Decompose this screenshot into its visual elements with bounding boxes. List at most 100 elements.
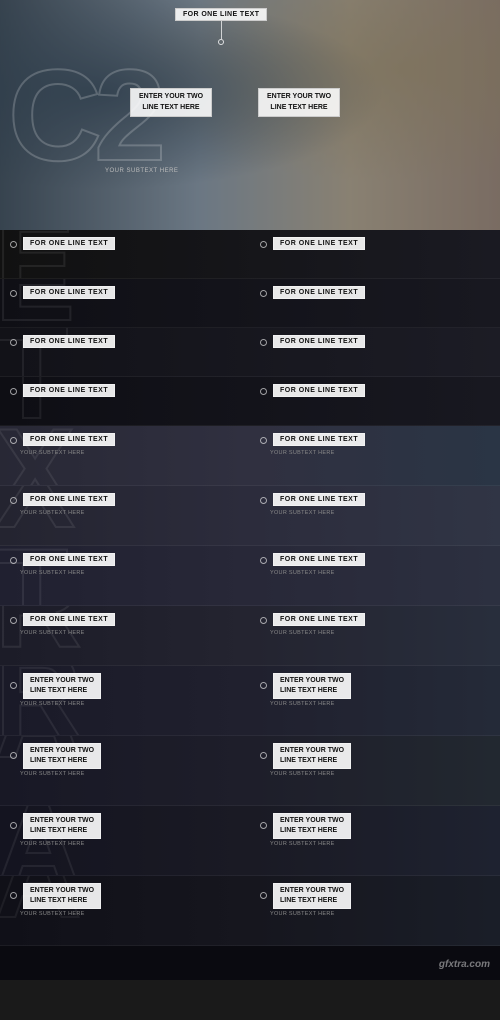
dot-5-left: [10, 437, 17, 444]
dot-5-right: [260, 437, 267, 444]
seg-cell-10-left: ENTER YOUR TWO LINE TEXT HERE YOUR SUBTE…: [0, 736, 250, 805]
dot-10-left: [10, 752, 17, 759]
hero-right-anno-box: ENTER YOUR TWO LINE TEXT HERE: [258, 88, 340, 117]
dot-11-right: [260, 822, 267, 829]
indicator-6-left: FOR ONE LINE TEXT: [10, 493, 240, 508]
indicator-9-left: ENTER YOUR TWO LINE TEXT HERE: [10, 673, 240, 699]
dot-6-left: [10, 497, 17, 504]
indicator-7-right: FOR ONE LINE TEXT: [260, 553, 490, 568]
seg-cell-1-left: FOR ONE LINE TEXT: [0, 230, 250, 278]
anno-title-4-right: FOR ONE LINE TEXT: [273, 384, 365, 397]
dot-1-left: [10, 241, 17, 248]
anno-sub-6-right: YOUR SUBTEXT HERE: [260, 510, 490, 516]
anno-title-1-right: FOR ONE LINE TEXT: [273, 237, 365, 250]
anno-title-2-right: FOR ONE LINE TEXT: [273, 286, 365, 299]
seg-cell-12-left: ENTER YOUR TWO LINE TEXT HERE YOUR SUBTE…: [0, 876, 250, 945]
hero-sub-text: YOUR SUBTEXT HERE: [105, 168, 178, 174]
seg-cell-5-right: FOR ONE LINE TEXT YOUR SUBTEXT HERE: [250, 426, 500, 485]
dot-8-left: [10, 617, 17, 624]
indicator-5-left: FOR ONE LINE TEXT: [10, 433, 240, 448]
anno-title-6-right: FOR ONE LINE TEXT: [273, 493, 365, 506]
hero-right-annotation: ENTER YOUR TWO LINE TEXT HERE: [258, 88, 340, 117]
anno-sub-7-left: YOUR SUBTEXT HERE: [10, 570, 240, 576]
anno-title-3-right: FOR ONE LINE TEXT: [273, 335, 365, 348]
hero-left-anno-box: ENTER YOUR TWO LINE TEXT HERE: [130, 88, 212, 117]
anno-title-2-left: FOR ONE LINE TEXT: [23, 286, 115, 299]
anno-sub-11-left: YOUR SUBTEXT HERE: [10, 841, 240, 847]
dot-7-left: [10, 557, 17, 564]
dot-3-right: [260, 339, 267, 346]
seg-cell-8-left: FOR ONE LINE TEXT YOUR SUBTEXT HERE: [0, 606, 250, 665]
hero-anno-line: [221, 21, 222, 39]
seg-cell-6-right: FOR ONE LINE TEXT YOUR SUBTEXT HERE: [250, 486, 500, 545]
anno-sub-5-left: YOUR SUBTEXT HERE: [10, 450, 240, 456]
seg-cell-12-right: ENTER YOUR TWO LINE TEXT HERE YOUR SUBTE…: [250, 876, 500, 945]
indicator-10-right: ENTER YOUR TWO LINE TEXT HERE: [260, 743, 490, 769]
dot-11-left: [10, 822, 17, 829]
anno-sub-12-right: YOUR SUBTEXT HERE: [260, 911, 490, 917]
seg-cell-11-left: ENTER YOUR TWO LINE TEXT HERE YOUR SUBTE…: [0, 806, 250, 875]
anno-title-8-right: FOR ONE LINE TEXT: [273, 613, 365, 626]
indicator-4-right: FOR ONE LINE TEXT: [260, 384, 490, 399]
anno-row-7: T FOR ONE LINE TEXT YOUR SUBTEXT HERE FO…: [0, 546, 500, 606]
anno-row-1: E FOR ONE LINE TEXT FOR ONE LINE TEXT: [0, 230, 500, 279]
anno-title-8-left: FOR ONE LINE TEXT: [23, 613, 115, 626]
anno-row-2: E FOR ONE LINE TEXT FOR ONE LINE TEXT: [0, 279, 500, 328]
indicator-2-right: FOR ONE LINE TEXT: [260, 286, 490, 301]
seg-cell-10-right: ENTER YOUR TWO LINE TEXT HERE YOUR SUBTE…: [250, 736, 500, 805]
indicator-11-left: ENTER YOUR TWO LINE TEXT HERE: [10, 813, 240, 839]
indicator-12-left: ENTER YOUR TWO LINE TEXT HERE: [10, 883, 240, 909]
indicator-8-right: FOR ONE LINE TEXT: [260, 613, 490, 628]
dot-12-right: [260, 892, 267, 899]
grid-container: E FOR ONE LINE TEXT FOR ONE LINE TEXT E …: [0, 230, 500, 980]
seg-cell-3-right: FOR ONE LINE TEXT: [250, 328, 500, 376]
indicator-5-right: FOR ONE LINE TEXT: [260, 433, 490, 448]
anno-title-12-left: ENTER YOUR TWO LINE TEXT HERE: [23, 883, 101, 909]
anno-title-1-left: FOR ONE LINE TEXT: [23, 237, 115, 250]
anno-row-12: A ENTER YOUR TWO LINE TEXT HERE YOUR SUB…: [0, 876, 500, 946]
seg-cell-4-left: FOR ONE LINE TEXT: [0, 377, 250, 425]
anno-row-11: A ENTER YOUR TWO LINE TEXT HERE YOUR SUB…: [0, 806, 500, 876]
anno-title-11-right: ENTER YOUR TWO LINE TEXT HERE: [273, 813, 351, 839]
anno-title-10-left: ENTER YOUR TWO LINE TEXT HERE: [23, 743, 101, 769]
anno-sub-9-right: YOUR SUBTEXT HERE: [260, 701, 490, 707]
seg-cell-11-right: ENTER YOUR TWO LINE TEXT HERE YOUR SUBTE…: [250, 806, 500, 875]
indicator-9-right: ENTER YOUR TWO LINE TEXT HERE: [260, 673, 490, 699]
anno-title-7-right: FOR ONE LINE TEXT: [273, 553, 365, 566]
anno-sub-11-right: YOUR SUBTEXT HERE: [260, 841, 490, 847]
seg-cell-8-right: FOR ONE LINE TEXT YOUR SUBTEXT HERE: [250, 606, 500, 665]
seg-cell-7-right: FOR ONE LINE TEXT YOUR SUBTEXT HERE: [250, 546, 500, 605]
dot-1-right: [260, 241, 267, 248]
anno-row-9: R ENTER YOUR TWO LINE TEXT HERE YOUR SUB…: [0, 666, 500, 736]
seg-cell-3-left: FOR ONE LINE TEXT: [0, 328, 250, 376]
dot-4-right: [260, 388, 267, 395]
seg-cell-6-left: FOR ONE LINE TEXT YOUR SUBTEXT HERE: [0, 486, 250, 545]
anno-title-9-right: ENTER YOUR TWO LINE TEXT HERE: [273, 673, 351, 699]
dot-9-right: [260, 682, 267, 689]
dot-2-right: [260, 290, 267, 297]
indicator-4-left: FOR ONE LINE TEXT: [10, 384, 240, 399]
anno-title-10-right: ENTER YOUR TWO LINE TEXT HERE: [273, 743, 351, 769]
watermark-section: gfxtra.com: [0, 946, 500, 980]
dot-4-left: [10, 388, 17, 395]
hero-top-annotation: FOR ONE LINE TEXT: [175, 8, 267, 45]
anno-title-5-right: FOR ONE LINE TEXT: [273, 433, 365, 446]
anno-sub-10-right: YOUR SUBTEXT HERE: [260, 771, 490, 777]
seg-cell-9-left: ENTER YOUR TWO LINE TEXT HERE YOUR SUBTE…: [0, 666, 250, 735]
anno-row-6: X FOR ONE LINE TEXT YOUR SUBTEXT HERE FO…: [0, 486, 500, 546]
indicator-7-left: FOR ONE LINE TEXT: [10, 553, 240, 568]
seg-cell-1-right: FOR ONE LINE TEXT: [250, 230, 500, 278]
anno-row-8: R FOR ONE LINE TEXT YOUR SUBTEXT HERE FO…: [0, 606, 500, 666]
anno-title-11-left: ENTER YOUR TWO LINE TEXT HERE: [23, 813, 101, 839]
dot-9-left: [10, 682, 17, 689]
indicator-1-left: FOR ONE LINE TEXT: [10, 237, 240, 252]
watermark-text: gfxtra.com: [439, 959, 490, 970]
indicator-11-right: ENTER YOUR TWO LINE TEXT HERE: [260, 813, 490, 839]
indicator-3-left: FOR ONE LINE TEXT: [10, 335, 240, 350]
indicator-2-left: FOR ONE LINE TEXT: [10, 286, 240, 301]
anno-title-4-left: FOR ONE LINE TEXT: [23, 384, 115, 397]
dot-2-left: [10, 290, 17, 297]
anno-row-4: T FOR ONE LINE TEXT FOR ONE LINE TEXT: [0, 377, 500, 426]
anno-sub-7-right: YOUR SUBTEXT HERE: [260, 570, 490, 576]
dot-10-right: [260, 752, 267, 759]
